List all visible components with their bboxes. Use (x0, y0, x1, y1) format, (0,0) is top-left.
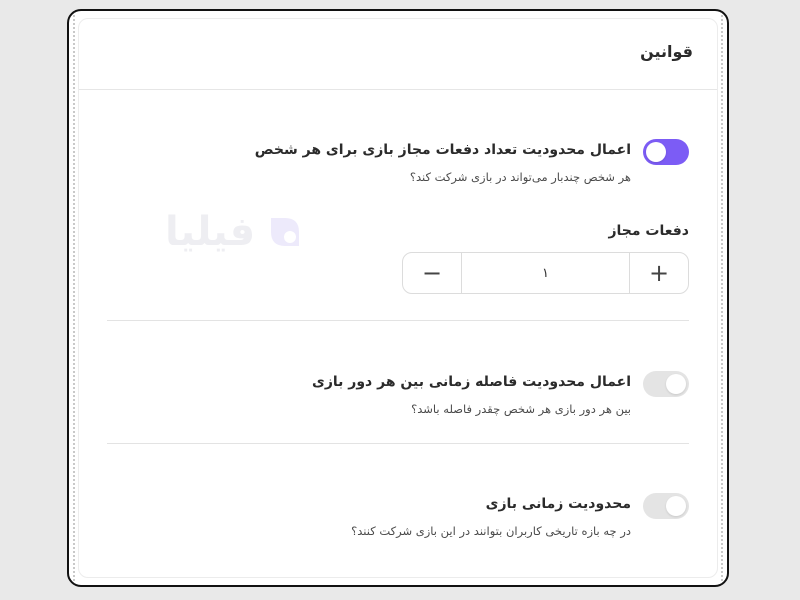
setting-description: هر شخص چندبار می‌تواند در بازی شرکت کند؟ (409, 170, 631, 184)
allowed-count-label: دفعات مجاز (608, 223, 689, 239)
toggle-knob (646, 142, 666, 162)
card-header: قوانین (79, 19, 717, 90)
setting-title: محدودیت زمانی بازی (485, 496, 631, 512)
filia-logo-icon (271, 218, 300, 246)
watermark: فیلیا (165, 209, 307, 255)
dotted-guide-left (73, 11, 75, 585)
round-interval-limit-toggle[interactable] (643, 371, 689, 397)
divider (107, 320, 689, 321)
card-title: قوانین (640, 42, 693, 61)
decrement-button[interactable]: − (403, 253, 462, 293)
dotted-guide-right (721, 11, 723, 585)
watermark-text: فیلیا (165, 209, 256, 255)
setting-description: بین هر دور بازی هر شخص چقدر فاصله باشد؟ (411, 402, 631, 416)
toggle-knob (666, 374, 686, 394)
game-time-limit-toggle[interactable] (643, 493, 689, 519)
toggle-knob (666, 496, 686, 516)
setting-title: اعمال محدودیت تعداد دفعات مجاز بازی برای… (254, 142, 631, 158)
increment-button[interactable]: + (629, 253, 688, 293)
play-count-limit-toggle[interactable] (643, 139, 689, 165)
setting-description: در چه بازه تاریخی کاربران بتوانند در این… (351, 524, 631, 538)
allowed-count-stepper: − ۱ + (402, 252, 689, 294)
allowed-count-value[interactable]: ۱ (462, 253, 629, 293)
device-frame: قوانین فیلیا اعمال محدودیت تعداد دفعات م… (67, 9, 729, 587)
rules-card: قوانین فیلیا اعمال محدودیت تعداد دفعات م… (78, 18, 718, 578)
divider (107, 443, 689, 444)
setting-title: اعمال محدودیت فاصله زمانی بین هر دور باز… (312, 374, 631, 390)
